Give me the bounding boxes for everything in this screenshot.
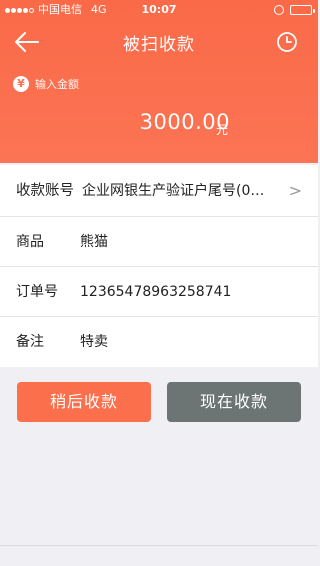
status-bar: 中国电信 4G 10:07 <box>0 0 318 20</box>
collect-later-button[interactable]: 稍后收款 <box>17 382 151 422</box>
collect-now-button[interactable]: 现在收款 <box>167 382 301 422</box>
note-row: 备注 特卖 <box>0 317 318 367</box>
action-buttons: 稍后收款 现在收款 <box>0 382 318 422</box>
account-row[interactable]: 收款账号 企业网银生产验证户尾号(0… > <box>0 165 318 217</box>
order-label: 订单号 <box>16 284 58 300</box>
order-row: 订单号 12365478963258741 <box>0 267 318 317</box>
account-value: 企业网银生产验证户尾号(0… <box>82 183 265 199</box>
order-value[interactable]: 12365478963258741 <box>80 267 231 317</box>
product-value[interactable]: 熊猫 <box>80 217 108 267</box>
alarm-icon <box>274 5 284 15</box>
payment-form: 收款账号 企业网银生产验证户尾号(0… > 商品 熊猫 订单号 12365478… <box>0 165 318 367</box>
yen-icon: ¥ <box>13 76 29 92</box>
divider <box>0 545 318 546</box>
history-button[interactable] <box>276 31 298 53</box>
header-panel: 中国电信 4G 10:07 被扫收款 ¥ 输入金额 3000.00 元 <box>0 0 318 163</box>
amount-label-row: ¥ 输入金额 <box>13 76 79 92</box>
chevron-right-icon: > <box>288 181 302 200</box>
battery-icon <box>290 5 315 15</box>
note-label: 备注 <box>16 334 44 350</box>
account-label: 收款账号 <box>16 183 74 199</box>
navigation-bar: 被扫收款 <box>0 22 318 62</box>
status-time: 10:07 <box>141 3 177 16</box>
amount-label: 输入金额 <box>35 78 79 91</box>
product-row: 商品 熊猫 <box>0 217 318 267</box>
note-value[interactable]: 特卖 <box>80 317 108 367</box>
clock-icon <box>277 32 297 52</box>
currency-unit: 元 <box>216 123 229 137</box>
page-title: 被扫收款 <box>123 35 195 55</box>
product-label: 商品 <box>16 234 44 250</box>
